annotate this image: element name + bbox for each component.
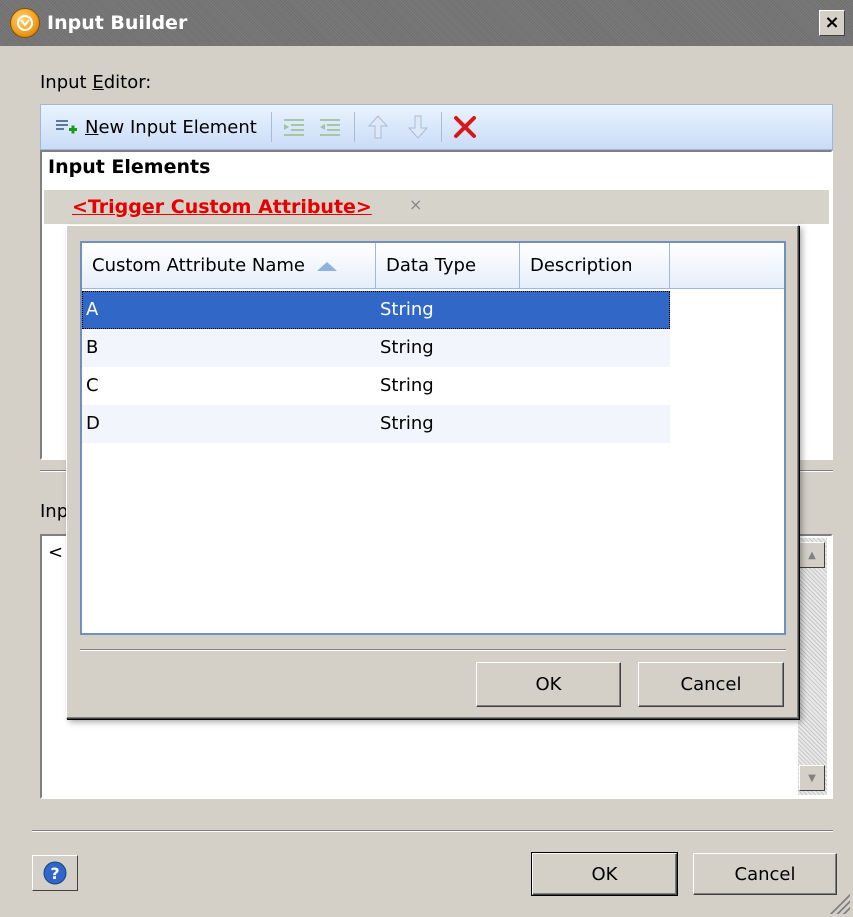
table-row[interactable]: C String [82, 367, 670, 405]
table-row[interactable]: B String [82, 329, 670, 367]
close-button[interactable]: × [819, 10, 845, 36]
scroll-up-button[interactable]: ▲ [799, 542, 825, 568]
remove-element-icon[interactable]: × [409, 195, 422, 214]
outdent-button[interactable] [316, 112, 346, 142]
app-logo-icon [10, 8, 40, 38]
cell-description [520, 329, 670, 367]
grid-header: Custom Attribute Name Data Type Descript… [82, 243, 784, 289]
cell-description [520, 291, 670, 329]
new-input-element-button[interactable]: New Input Element [51, 110, 257, 144]
help-button[interactable]: ? [32, 855, 78, 891]
table-row[interactable]: D String [82, 405, 670, 443]
cell-data-type: String [380, 375, 434, 396]
popup-ok-button[interactable]: OK [476, 662, 621, 707]
cell-data-type: String [380, 337, 434, 358]
cell-name: A [86, 299, 99, 320]
table-row[interactable]: A String [82, 291, 670, 329]
cell-description [520, 405, 670, 443]
column-header-data-type[interactable]: Data Type [376, 243, 520, 289]
delete-button[interactable] [450, 112, 480, 142]
cell-description [520, 367, 670, 405]
custom-attribute-popup[interactable]: Custom Attribute Name Data Type Descript… [66, 225, 799, 719]
cell-data-type: String [380, 299, 434, 320]
cancel-button[interactable]: Cancel [693, 853, 837, 895]
resize-grip[interactable] [830, 894, 850, 914]
cell-name: B [86, 337, 99, 358]
window-title: Input Builder [47, 12, 188, 34]
sort-ascending-icon [317, 261, 337, 271]
footer-separator [32, 830, 833, 832]
scroll-down-icon: ▼ [808, 772, 816, 784]
move-down-button[interactable] [403, 112, 433, 142]
scroll-down-button[interactable]: ▼ [799, 765, 825, 791]
delete-icon [453, 116, 476, 138]
outdent-icon [319, 119, 340, 136]
input-elements-header: Input Elements [48, 156, 211, 178]
input-preview-text: < [48, 542, 64, 563]
input-preview-label: Inp [40, 501, 69, 522]
move-up-icon [367, 115, 388, 139]
scroll-up-icon: ▲ [808, 549, 816, 561]
close-icon: × [824, 12, 840, 33]
title-bar[interactable]: Input Builder × [0, 0, 853, 46]
toolbar-separator [270, 112, 272, 142]
help-icon: ? [43, 861, 67, 885]
ok-button[interactable]: OK [531, 852, 678, 896]
cell-name: C [86, 375, 99, 396]
column-header-name[interactable]: Custom Attribute Name [82, 243, 376, 289]
add-element-icon [51, 112, 81, 142]
move-up-button[interactable] [363, 112, 393, 142]
column-header-description[interactable]: Description [520, 243, 670, 289]
svg-text:?: ? [50, 864, 59, 883]
toolbar-separator [353, 112, 355, 142]
move-down-icon [407, 115, 428, 139]
cell-name: D [86, 413, 100, 434]
indent-icon [283, 119, 304, 136]
custom-attribute-grid[interactable]: Custom Attribute Name Data Type Descript… [80, 241, 786, 635]
vertical-scrollbar[interactable]: ▲ ▼ [798, 538, 827, 795]
toolbar-separator [440, 112, 442, 142]
editor-toolbar: New Input Element [40, 104, 833, 150]
popup-cancel-button[interactable]: Cancel [638, 662, 784, 707]
trigger-custom-attribute-link[interactable]: <Trigger Custom Attribute> [72, 192, 372, 222]
trigger-element-row[interactable]: <Trigger Custom Attribute> × [44, 190, 829, 224]
popup-separator [80, 649, 786, 651]
input-editor-label: Input Editor: [40, 72, 152, 93]
cell-data-type: String [380, 413, 434, 434]
indent-button[interactable] [280, 112, 310, 142]
